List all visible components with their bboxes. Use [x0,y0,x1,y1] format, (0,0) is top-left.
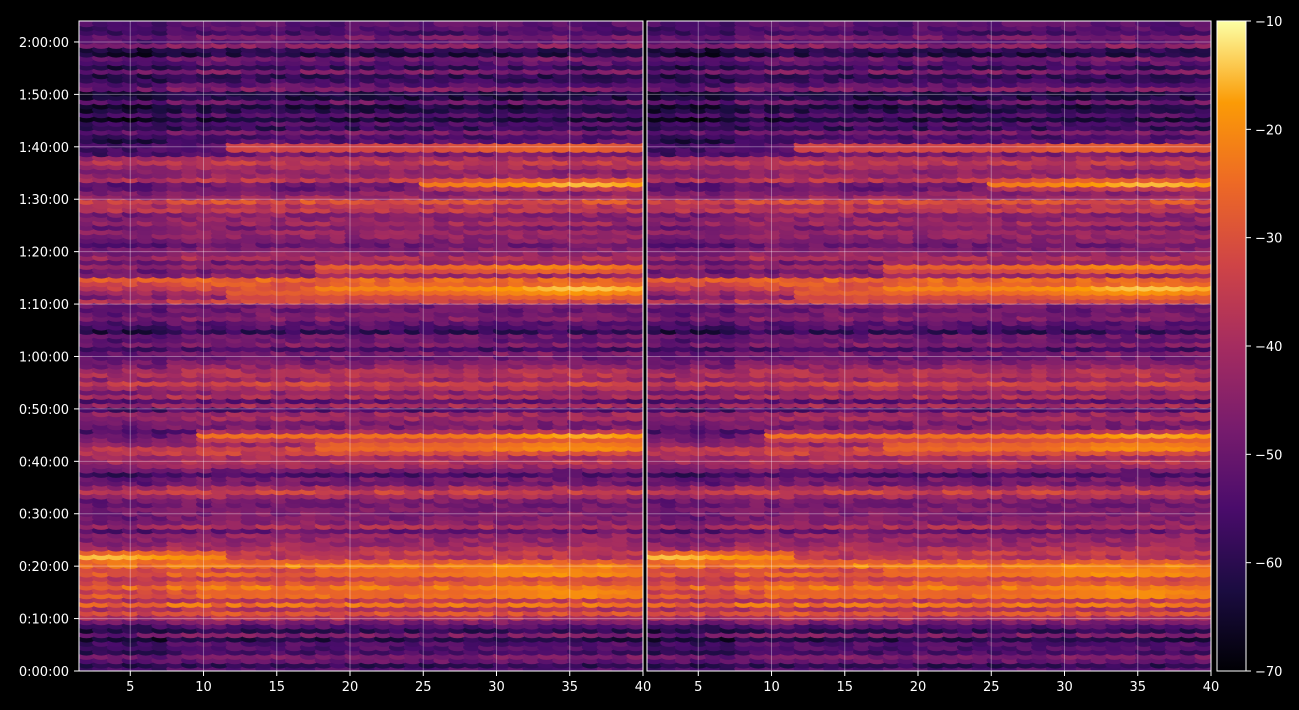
heatmap-panel-left [78,20,644,672]
heatmap-figure: 0:00:000:10:000:20:000:30:000:40:000:50:… [19,15,1283,695]
heatmap-cells-left [79,21,643,671]
